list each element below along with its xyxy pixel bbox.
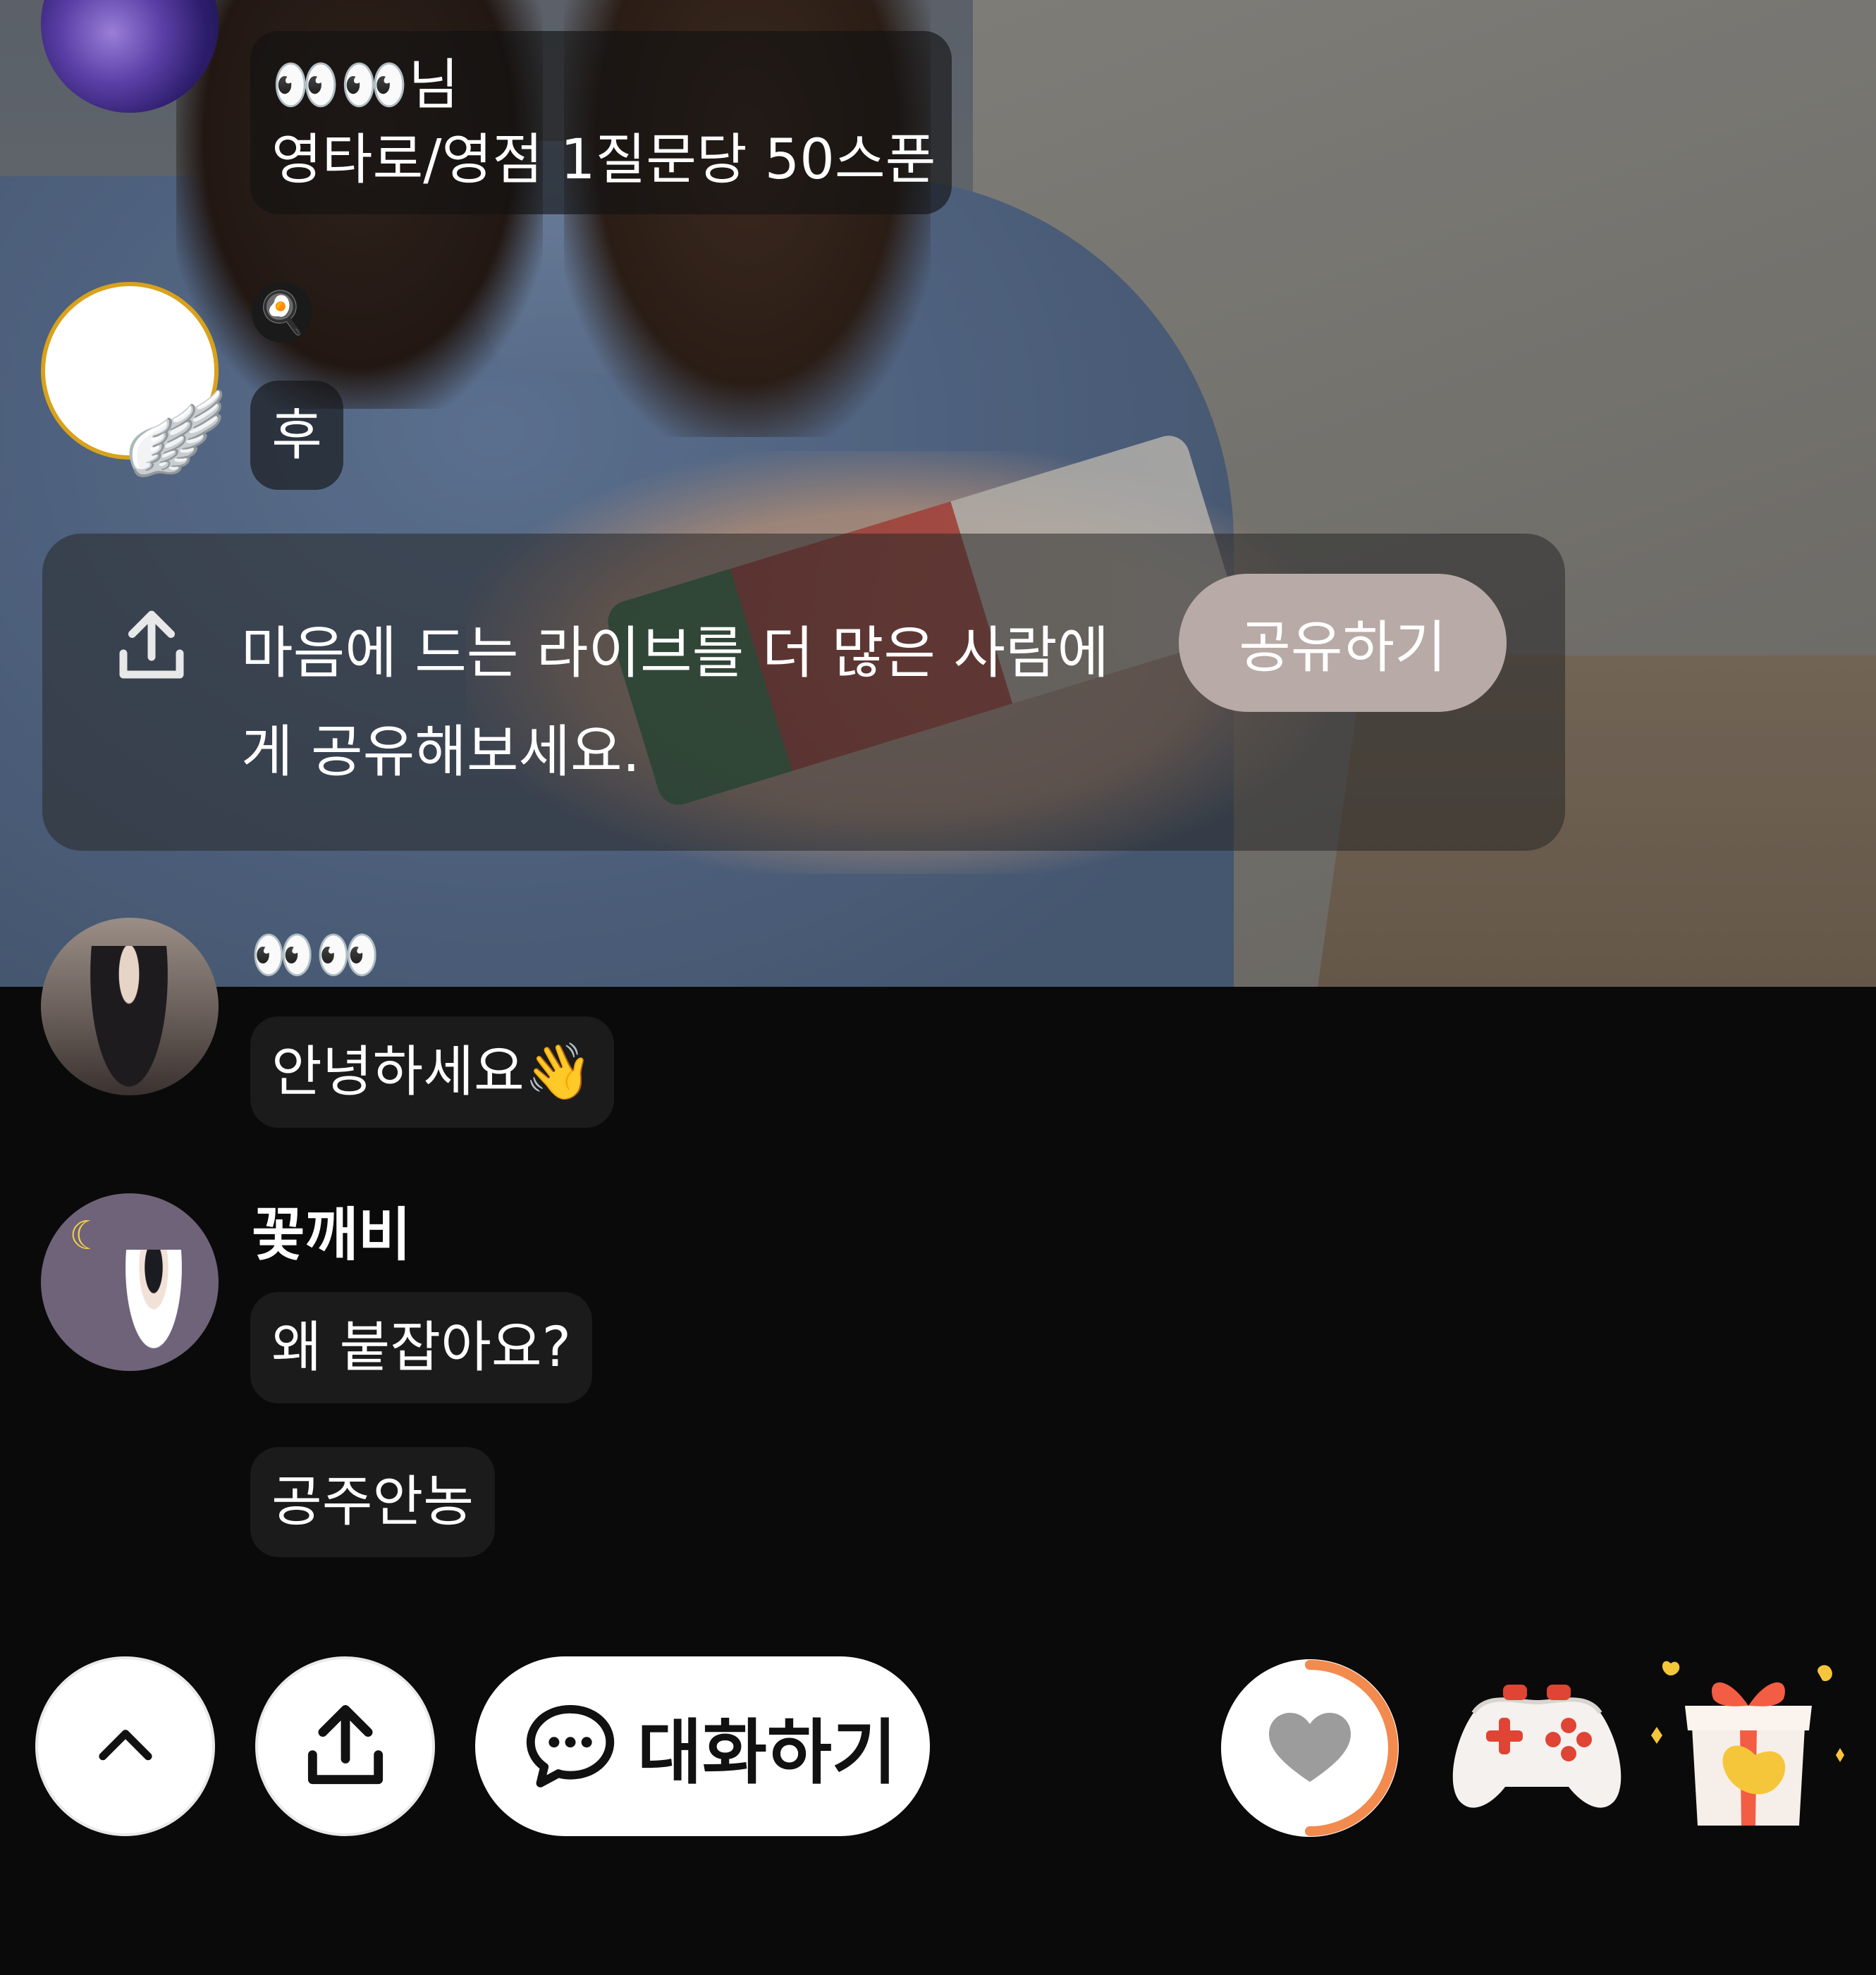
chat-button-label: 대화하기 bbox=[637, 1711, 897, 1794]
chat-message-text: 영타로/영점 1질문당 50스푼 bbox=[271, 128, 936, 192]
moon-icon: ☾ bbox=[69, 1213, 105, 1259]
gift-box-icon bbox=[1651, 1661, 1844, 1826]
share-prompt-text: 마음에 드는 라이브를 더 많은 사람에게 공유해보세요. bbox=[241, 620, 1110, 785]
avatar-user-3[interactable] bbox=[41, 918, 219, 1095]
share-upload-icon bbox=[307, 1704, 383, 1784]
game-button[interactable] bbox=[1438, 1663, 1636, 1833]
chat-message-text: 왜 붙잡아요? bbox=[250, 1292, 592, 1403]
scroll-up-button[interactable] bbox=[35, 1656, 215, 1836]
avatar-user-2[interactable]: 🪽 bbox=[41, 282, 228, 476]
chat-sender-name: 👀👀 bbox=[250, 925, 381, 985]
chat-message-text: 안녕하세요👋 bbox=[250, 1016, 614, 1128]
chat-message-text: 공주안농 bbox=[250, 1447, 496, 1557]
speech-bubble-icon bbox=[526, 1704, 615, 1788]
chat-sender-name: 꽃깨비 bbox=[252, 1202, 412, 1269]
share-prompt-card: 마음에 드는 라이브를 더 많은 사람에게 공유해보세요. 공유하기 bbox=[42, 534, 1565, 851]
gift-button[interactable] bbox=[1643, 1635, 1854, 1847]
chat-button[interactable]: 대화하기 bbox=[475, 1656, 930, 1836]
avatar-figure bbox=[90, 946, 168, 1087]
chat-sender-name: 👀👀님 bbox=[271, 54, 459, 117]
chevron-up-icon bbox=[98, 1729, 152, 1760]
chat-message-text: 후 bbox=[250, 381, 343, 490]
share-live-button[interactable] bbox=[255, 1656, 435, 1836]
chat-sender-name: 🍳 bbox=[252, 282, 312, 343]
share-button[interactable]: 공유하기 bbox=[1179, 574, 1507, 712]
chat-message: 👀👀님 영타로/영점 1질문당 50스푼 bbox=[250, 31, 952, 214]
share-upload-icon bbox=[119, 610, 184, 679]
avatar-figure bbox=[125, 1250, 182, 1348]
like-button[interactable] bbox=[1218, 1656, 1402, 1840]
avatar-user-4[interactable]: ☾ bbox=[41, 1193, 219, 1371]
wing-badge-icon: 🪽 bbox=[123, 385, 228, 483]
game-controller-icon bbox=[1452, 1685, 1621, 1808]
